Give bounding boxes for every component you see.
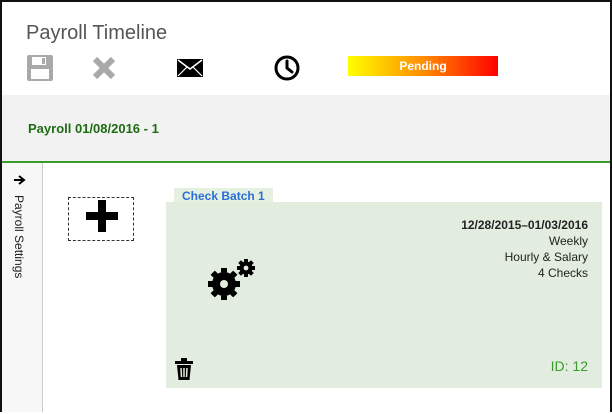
payroll-settings-label: Payroll Settings	[12, 195, 26, 279]
batch-date-range: 12/28/2015–01/03/2016	[461, 218, 588, 232]
arrow-right-icon	[14, 172, 26, 188]
delete-button[interactable]	[90, 54, 118, 82]
check-batch-card[interactable]: 12/28/2015–01/03/2016 Weekly Hourly & Sa…	[166, 202, 602, 388]
page-title: Payroll Timeline	[26, 22, 168, 44]
gears-icon	[204, 258, 260, 302]
save-button[interactable]	[26, 54, 54, 82]
email-button[interactable]	[174, 54, 206, 82]
payroll-settings-tab[interactable]: Payroll Settings	[2, 163, 43, 412]
close-x-icon	[92, 56, 116, 80]
payroll-header: Payroll 01/08/2016 - 1	[2, 95, 610, 163]
status-badge: Pending	[348, 56, 498, 76]
clock-icon	[274, 55, 300, 81]
batch-pay-type: Hourly & Salary	[504, 250, 588, 264]
toolbar: Pending	[26, 54, 586, 84]
history-button[interactable]	[272, 54, 302, 82]
batch-check-count: 4 Checks	[537, 266, 588, 280]
batch-frequency: Weekly	[548, 234, 588, 248]
payroll-timeline-window: Payroll Timeline Pending Payroll 01/08/2…	[0, 0, 612, 412]
trash-icon[interactable]	[175, 358, 193, 380]
status-label: Pending	[399, 59, 447, 73]
plus-icon	[86, 200, 118, 232]
payroll-title: Payroll 01/08/2016 - 1	[28, 121, 159, 136]
envelope-icon	[177, 59, 203, 77]
floppy-disk-icon	[27, 55, 53, 81]
batch-id: ID: 12	[550, 358, 588, 374]
